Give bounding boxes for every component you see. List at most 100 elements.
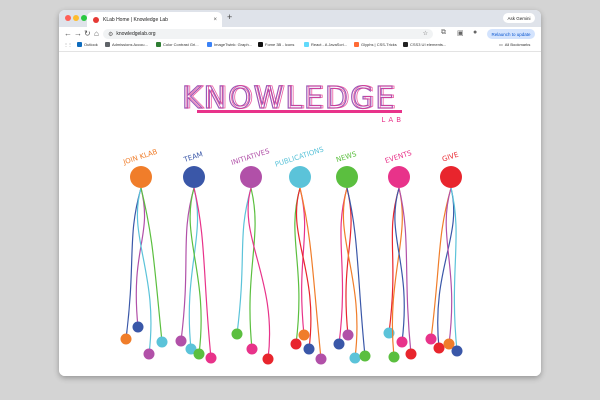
tab-close-icon[interactable]: × bbox=[213, 17, 217, 23]
string-bead bbox=[290, 338, 302, 350]
menu-circle[interactable] bbox=[440, 166, 462, 188]
extensions-icon[interactable]: ⧉ bbox=[441, 29, 446, 37]
ask-gemini-button[interactable]: Ask Gemini bbox=[503, 13, 535, 23]
string-line bbox=[236, 187, 252, 335]
string-line bbox=[398, 187, 412, 355]
tab-klab-home[interactable]: KLab Home | Knowledge Lab × bbox=[87, 12, 222, 27]
forward-icon[interactable]: → bbox=[74, 29, 82, 38]
menu-label[interactable]: GIVE bbox=[441, 151, 459, 164]
bookmark-icon bbox=[77, 42, 82, 47]
bookmark-admissions[interactable]: Admissions Accou... bbox=[105, 42, 148, 47]
string-bead bbox=[193, 348, 205, 360]
menu-item-join-klab[interactable]: JOIN KLAB bbox=[121, 148, 159, 188]
relaunch-label: Relaunch to update bbox=[491, 31, 531, 37]
string-bead bbox=[246, 343, 258, 355]
site-info-icon[interactable]: ⚙ bbox=[108, 31, 113, 38]
logo-sub: LAB bbox=[381, 116, 404, 124]
toolbar: ← → ↻ ⌂ ⚙ knowledgelab.org ☆ ⧉ ▣ ● Relau… bbox=[59, 27, 541, 41]
sidepanel-icon[interactable]: ▣ bbox=[457, 29, 464, 37]
string-bead bbox=[451, 345, 463, 357]
all-bookmarks[interactable]: ▭ All Bookmarks bbox=[499, 42, 530, 47]
main-menu: JOIN KLAB TEAM INITIATIVES PUBLICATIONS NEWS… bbox=[121, 145, 462, 188]
menu-circle[interactable] bbox=[183, 166, 205, 188]
bookmark-imagetwink[interactable]: ImageTwink: Graph... bbox=[207, 42, 252, 47]
string-line bbox=[249, 187, 256, 350]
back-icon[interactable]: ← bbox=[64, 29, 72, 38]
menu-label[interactable]: PUBLICATIONS bbox=[274, 145, 325, 168]
string-bead bbox=[425, 333, 437, 345]
ask-gemini-label: Ask Gemini bbox=[507, 15, 531, 21]
string-bead bbox=[342, 329, 354, 341]
bookmark-label: React - A JavaScri... bbox=[311, 42, 348, 47]
string-line bbox=[445, 187, 453, 345]
menu-circle[interactable] bbox=[388, 166, 410, 188]
bookmark-css3[interactable]: CSS3 UI elements... bbox=[403, 42, 446, 47]
folder-icon: ▭ bbox=[499, 42, 503, 47]
bookmark-color-contrast[interactable]: Color Contrast Gri... bbox=[156, 42, 199, 47]
bookmark-icon bbox=[105, 42, 110, 47]
menu-label[interactable]: INITIATIVES bbox=[230, 147, 271, 167]
bookmark-star-icon[interactable]: ☆ bbox=[423, 30, 428, 37]
bookmark-react[interactable]: React - A JavaScri... bbox=[304, 42, 347, 47]
string-bead bbox=[175, 335, 187, 347]
string-bead bbox=[143, 348, 155, 360]
bookmark-icon bbox=[207, 42, 212, 47]
string-bead bbox=[120, 333, 132, 345]
menu-item-initiatives[interactable]: INITIATIVES bbox=[230, 147, 271, 188]
favicon-icon bbox=[93, 16, 99, 23]
menu-circle[interactable] bbox=[336, 166, 358, 188]
menu-circle[interactable] bbox=[240, 166, 262, 188]
menu-item-publications[interactable]: PUBLICATIONS bbox=[274, 145, 325, 188]
menu-circle[interactable] bbox=[289, 166, 311, 188]
string-bead bbox=[433, 342, 445, 354]
relaunch-button[interactable]: Relaunch to update bbox=[487, 29, 535, 39]
bookmarks-bar: ⋮⋮ Outlook Admissions Accou... Color Con… bbox=[59, 41, 541, 52]
close-window-icon[interactable] bbox=[65, 15, 71, 21]
string-bead bbox=[303, 343, 315, 355]
bookmark-icon bbox=[354, 42, 359, 47]
home-icon[interactable]: ⌂ bbox=[94, 29, 99, 38]
menu-label[interactable]: JOIN KLAB bbox=[121, 148, 158, 167]
string-bead bbox=[396, 336, 408, 348]
bookmark-fome[interactable]: Fome 3B - Icons bbox=[258, 42, 294, 47]
menu-label[interactable]: EVENTS bbox=[384, 149, 413, 165]
string-bead bbox=[156, 336, 168, 348]
menu-item-give[interactable]: GIVE bbox=[440, 151, 462, 188]
decorative-strings bbox=[120, 187, 463, 365]
menu-label[interactable]: TEAM bbox=[182, 150, 204, 164]
bookmark-label: Fome 3B - Icons bbox=[265, 42, 295, 47]
menu-label[interactable]: NEWS bbox=[335, 150, 358, 164]
minimize-window-icon[interactable] bbox=[73, 15, 79, 21]
all-bookmarks-label: All Bookmarks bbox=[504, 42, 531, 47]
string-bead bbox=[315, 353, 327, 365]
profile-icon[interactable]: ● bbox=[473, 29, 477, 36]
tab-title: KLab Home | Knowledge Lab bbox=[103, 16, 168, 23]
bookmark-outlook[interactable]: Outlook bbox=[77, 42, 98, 47]
string-bead bbox=[132, 321, 144, 333]
string-bead bbox=[349, 352, 361, 364]
bookmark-icon bbox=[403, 42, 408, 47]
menu-item-team[interactable]: TEAM bbox=[182, 150, 205, 188]
string-bead bbox=[298, 329, 310, 341]
menu-circle[interactable] bbox=[130, 166, 152, 188]
address-bar[interactable]: ⚙ knowledgelab.org ☆ bbox=[103, 29, 433, 39]
string-line bbox=[180, 187, 195, 342]
reload-icon[interactable]: ↻ bbox=[84, 29, 91, 38]
site-logo[interactable]: KNOWLEDGE KNOWLEDGE LAB bbox=[181, 80, 404, 124]
menu-item-events[interactable]: EVENTS bbox=[384, 149, 413, 188]
bookmark-icon bbox=[258, 42, 263, 47]
string-bead bbox=[205, 352, 217, 364]
string-bead bbox=[262, 353, 274, 365]
apps-icon[interactable]: ⋮⋮ bbox=[64, 42, 72, 47]
menu-item-news[interactable]: NEWS bbox=[335, 150, 358, 188]
string-line bbox=[430, 187, 452, 340]
page-content: KNOWLEDGE KNOWLEDGE LAB JOIN KLAB TEAM INI… bbox=[59, 52, 541, 376]
new-tab-button[interactable]: + bbox=[227, 12, 232, 22]
string-bead bbox=[231, 328, 243, 340]
bookmark-glyphs[interactable]: Glyphs | CSS-Tricks bbox=[354, 42, 397, 47]
bookmark-label: ImageTwink: Graph... bbox=[214, 42, 253, 47]
string-bead bbox=[359, 350, 371, 362]
string-line bbox=[345, 187, 352, 336]
bookmark-icon bbox=[156, 42, 161, 47]
bookmark-icon bbox=[304, 42, 309, 47]
